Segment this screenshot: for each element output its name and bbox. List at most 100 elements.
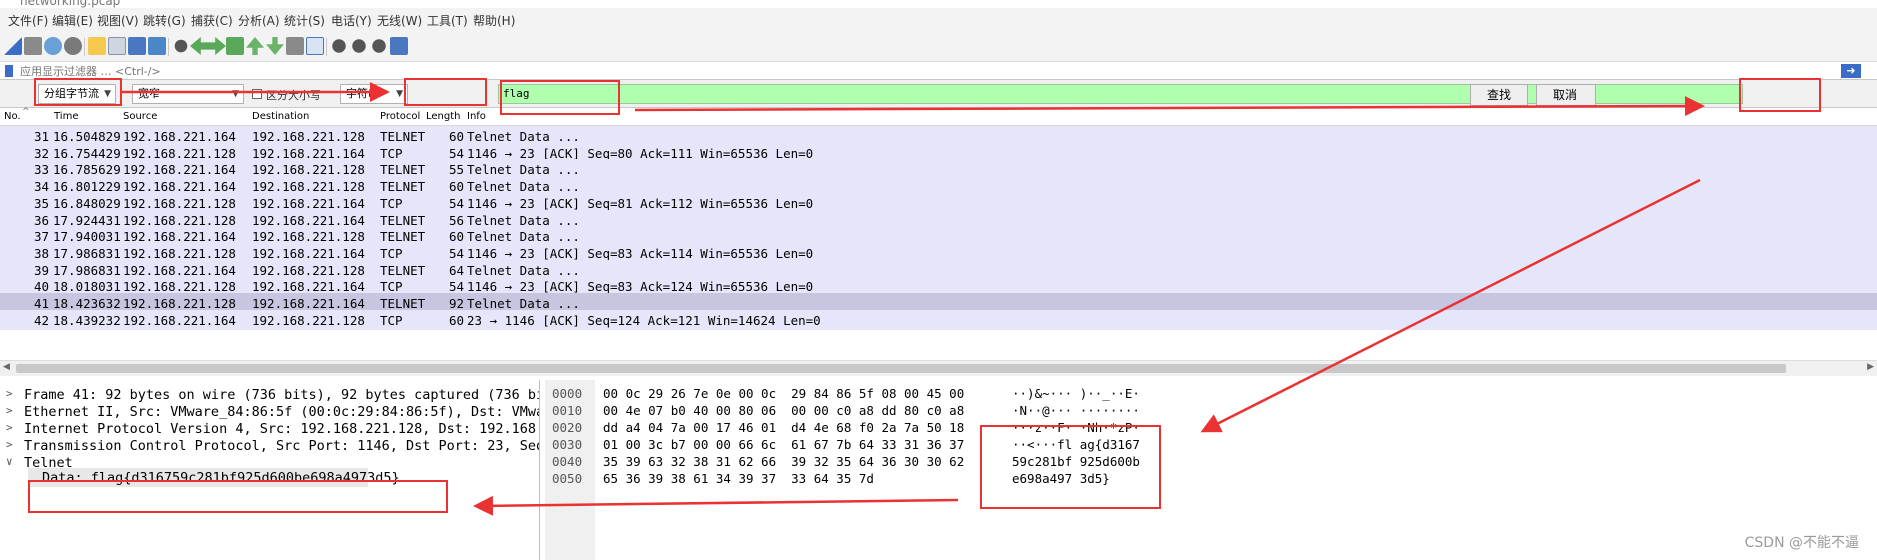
case-sensitive-label: 区分大小写	[266, 89, 321, 102]
last-packet-icon[interactable]	[266, 37, 284, 55]
window-title: networking.pcap	[20, 0, 121, 8]
cancel-button[interactable]: 取消	[1536, 84, 1596, 106]
packet-row[interactable]: 42 18.439232 192.168.221.164 192.168.221…	[0, 309, 1877, 330]
zoom-out-icon[interactable]	[352, 39, 366, 53]
toolbar-separator	[168, 38, 169, 56]
byte-offset: 0050	[552, 471, 583, 486]
packet-list: 31 16.504829 192.168.221.164 192.168.221…	[0, 126, 1877, 360]
auto-scroll-icon[interactable]	[286, 37, 304, 55]
menu-wireless[interactable]: 无线(W)	[377, 12, 422, 29]
packet-source: 192.168.221.164	[123, 312, 236, 328]
go-back-icon[interactable]	[190, 37, 208, 55]
save-file-icon[interactable]	[108, 37, 126, 55]
detail-text: Frame 41: 92 bytes on wire (736 bits), 9…	[24, 387, 540, 403]
capture-options-icon[interactable]	[64, 37, 82, 55]
scroll-right-icon[interactable]: ▶	[1867, 362, 1874, 372]
find-packet-icon[interactable]	[174, 39, 188, 53]
byte-hex: 65 36 39 38 61 34 39 37 33 64 35 7d	[603, 471, 874, 486]
menu-bar: 文件(F) 编辑(E) 视图(V) 跳转(G) 捕获(C) 分析(A) 统计(S…	[0, 8, 1877, 32]
search-type-value: 字符串	[346, 87, 379, 100]
packet-bytes-pane: 0000 00 0c 29 26 7e 0e 00 0c 29 84 86 5f…	[545, 380, 1877, 560]
packet-list-scrollbar[interactable]: ◀ ▶	[0, 360, 1877, 376]
byte-ascii: ·N··@··· ········	[1012, 403, 1140, 418]
stop-capture-icon[interactable]	[24, 37, 42, 55]
first-packet-icon[interactable]	[246, 37, 264, 55]
scroll-left-icon[interactable]: ◀	[3, 362, 10, 372]
menu-help[interactable]: 帮助(H)	[473, 12, 515, 29]
column-header-info[interactable]: Info	[467, 111, 486, 122]
packet-length: 60	[449, 312, 465, 328]
packet-destination: 192.168.221.128	[252, 312, 365, 328]
menu-edit[interactable]: 编辑(E)	[52, 12, 93, 29]
find-button[interactable]: 查找	[1470, 84, 1528, 106]
main-toolbar	[0, 32, 1877, 62]
bytes-row[interactable]: 0010 00 4e 07 b0 40 00 80 06 00 00 c0 a8…	[545, 402, 1545, 420]
byte-hex: 35 39 63 32 38 31 62 66 39 32 35 64 36 3…	[603, 454, 965, 469]
restart-capture-icon[interactable]	[44, 37, 62, 55]
expand-chevron-icon[interactable]: >	[6, 404, 13, 417]
watermark: CSDN @不能不逼	[1744, 535, 1859, 551]
column-header-protocol[interactable]: Protocol	[380, 111, 420, 122]
bookmark-icon[interactable]	[5, 65, 13, 77]
annotation-box-data	[28, 480, 448, 513]
toolbar-separator	[84, 38, 85, 56]
packet-time: 18.439232	[53, 312, 121, 328]
packet-protocol: TCP	[380, 312, 403, 328]
go-to-packet-icon[interactable]	[226, 37, 244, 55]
annotation-box-find	[1739, 78, 1821, 112]
scrollbar-thumb[interactable]	[16, 364, 1786, 373]
resize-columns-icon[interactable]	[390, 37, 408, 55]
expand-chevron-icon[interactable]: >	[6, 421, 13, 434]
annotation-box-type	[404, 78, 487, 106]
packet-details-pane: > Frame 41: 92 bytes on wire (736 bits),…	[0, 380, 540, 560]
byte-hex: 00 0c 29 26 7e 0e 00 0c 29 84 86 5f 08 0…	[603, 386, 965, 401]
byte-offset: 0020	[552, 420, 583, 435]
char-width-value: 宽窄	[138, 87, 160, 100]
reload-file-icon[interactable]	[148, 37, 166, 55]
column-header-time[interactable]: Time	[54, 111, 78, 122]
case-sensitive-checkbox[interactable]	[252, 89, 262, 99]
close-file-icon[interactable]	[128, 37, 146, 55]
menu-telephony[interactable]: 电话(Y)	[331, 12, 372, 29]
apply-filter-arrow-icon[interactable]: ➜	[1841, 64, 1861, 78]
open-file-icon[interactable]	[88, 37, 106, 55]
menu-capture[interactable]: 捕获(C)	[191, 12, 233, 29]
display-filter-input[interactable]	[20, 63, 1830, 79]
sort-chevron-icon: ^	[22, 107, 30, 117]
menu-statistics[interactable]: 统计(S)	[284, 12, 325, 29]
normal-size-icon[interactable]	[372, 39, 386, 53]
chevron-down-icon: ▼	[232, 89, 239, 99]
char-width-select[interactable]: 宽窄 ▼	[132, 84, 244, 104]
packet-no: 42	[34, 312, 50, 328]
find-packet-bar: 分组字节流 ▼ 宽窄 ▼ 区分大小写 字符串 ▼ flag 查找 取消	[0, 80, 1877, 108]
byte-offset: 0030	[552, 437, 583, 452]
bytes-row[interactable]: 0000 00 0c 29 26 7e 0e 00 0c 29 84 86 5f…	[545, 385, 1545, 403]
annotation-box-query	[500, 80, 620, 115]
expand-chevron-icon[interactable]: >	[6, 438, 13, 451]
packet-list-header: No. ^ Time Source Destination Protocol L…	[0, 107, 1877, 126]
toolbar-separator	[326, 38, 327, 56]
byte-hex: 00 4e 07 b0 40 00 80 06 00 00 c0 a8 dd 8…	[603, 403, 965, 418]
annotation-box-scope	[34, 78, 122, 106]
column-header-no[interactable]: No.	[4, 111, 21, 122]
collapse-chevron-icon[interactable]: ∨	[6, 455, 13, 468]
column-header-destination[interactable]: Destination	[252, 111, 309, 122]
search-type-select[interactable]: 字符串 ▼	[340, 84, 408, 104]
byte-ascii: ··)&~··· )··_··E·	[1012, 386, 1140, 401]
byte-offset: 0010	[552, 403, 583, 418]
menu-analyze[interactable]: 分析(A)	[238, 12, 280, 29]
menu-tools[interactable]: 工具(T)	[427, 12, 468, 29]
menu-file[interactable]: 文件(F)	[8, 12, 48, 29]
shark-fin-start-icon[interactable]	[4, 37, 22, 55]
packet-info: 23 → 1146 [ACK] Seq=124 Ack=121 Win=1462…	[467, 312, 821, 328]
byte-hex: dd a4 04 7a 00 17 46 01 d4 4e 68 f0 2a 7…	[603, 420, 965, 435]
menu-go[interactable]: 跳转(G)	[143, 12, 186, 29]
expand-chevron-icon[interactable]: >	[6, 387, 13, 400]
colorize-icon[interactable]	[306, 37, 324, 55]
column-header-length[interactable]: Length	[426, 111, 461, 122]
zoom-in-icon[interactable]	[332, 39, 346, 53]
go-forward-icon[interactable]	[208, 37, 226, 55]
menu-view[interactable]: 视图(V)	[97, 12, 139, 29]
detail-text: Ethernet II, Src: VMware_84:86:5f (00:0c…	[24, 404, 540, 420]
column-header-source[interactable]: Source	[123, 111, 157, 122]
